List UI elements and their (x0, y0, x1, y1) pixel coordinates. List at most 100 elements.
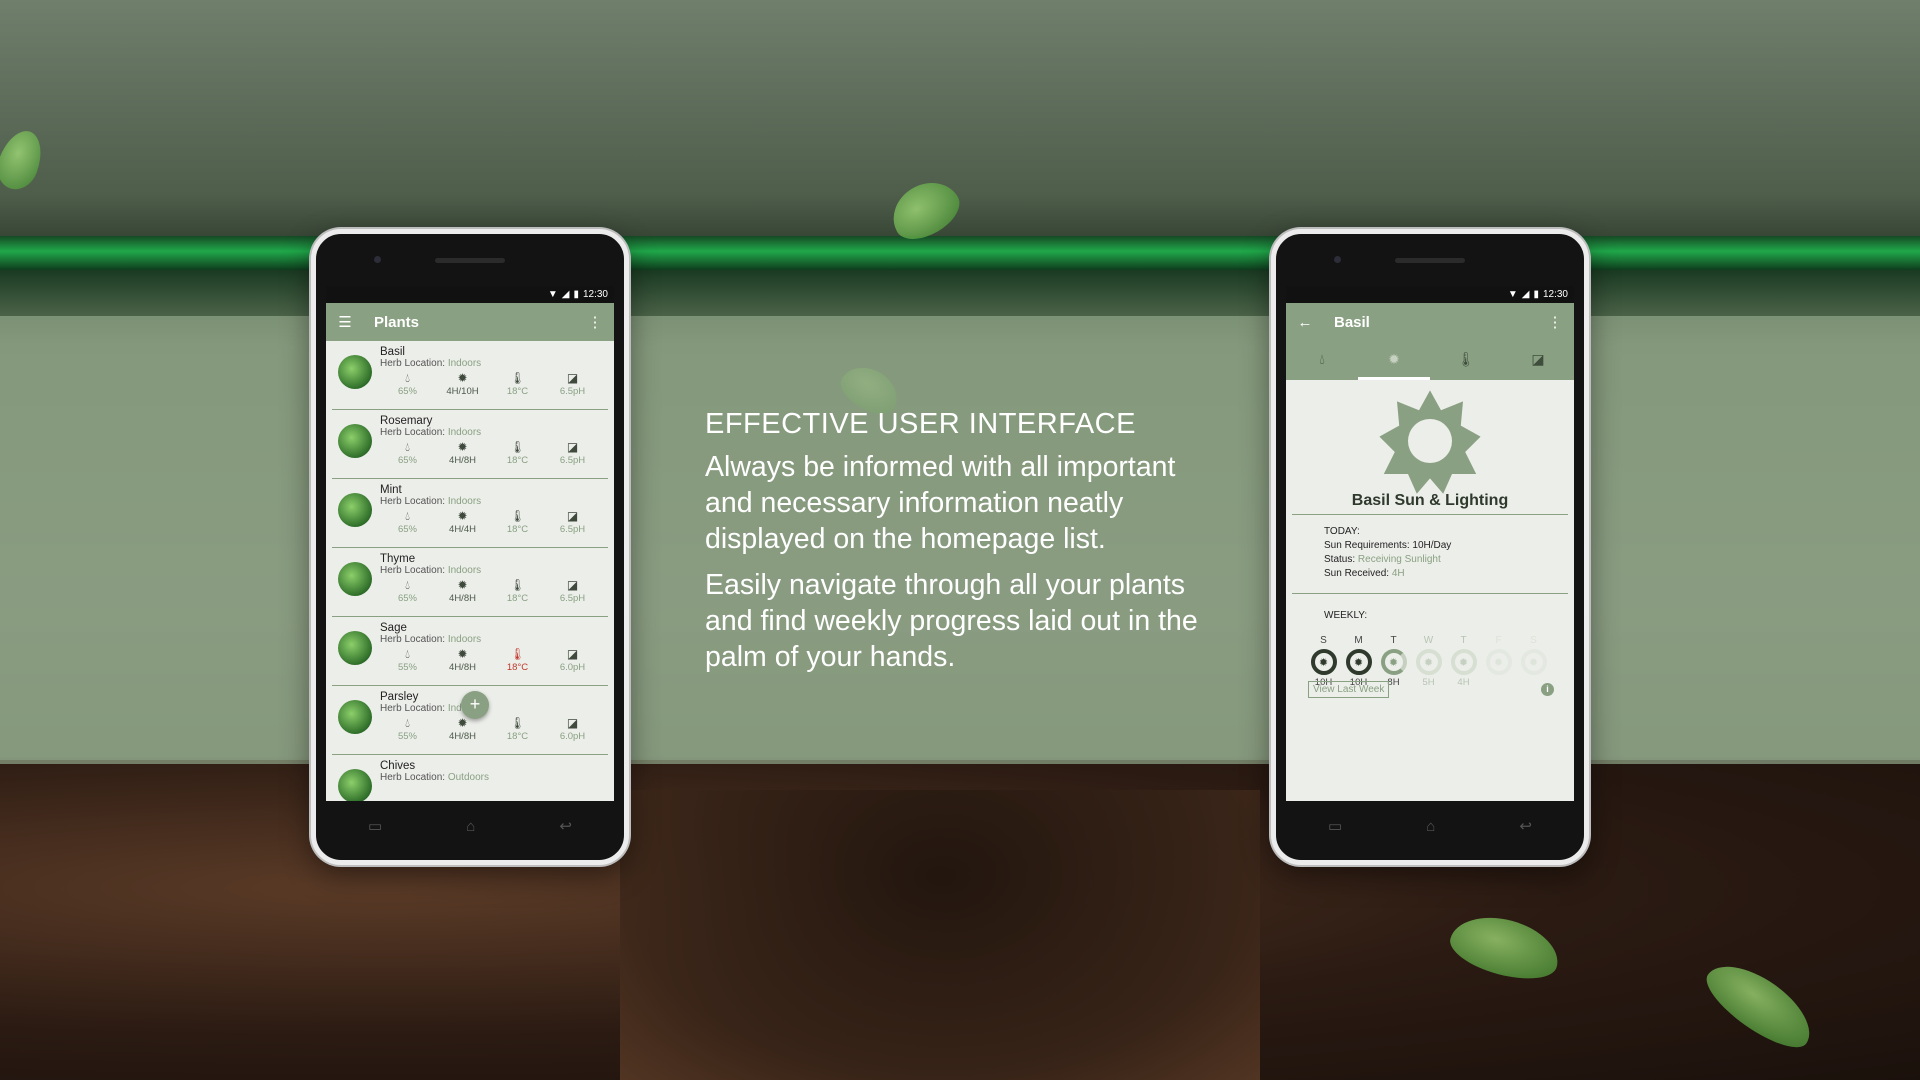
location-label: Herb Location: (380, 634, 446, 645)
sun-value: 4H/8H (449, 731, 476, 742)
promo-paragraph-1: Always be informed with all important an… (705, 451, 1176, 555)
thermometer-icon: 🌡︎ (509, 440, 526, 454)
back-icon[interactable]: ← (1296, 314, 1314, 331)
plant-row[interactable]: Thyme Herb Location: Indoors 💧︎ 65% ✹ 4H/8H 🌡︎… (332, 548, 608, 617)
tab-ph[interactable]: ◪ (1502, 341, 1574, 380)
ph-icon: ◪ (566, 647, 579, 661)
sun-icon: ✹ (1388, 351, 1400, 367)
water-drop-icon: 💧︎ (405, 440, 410, 454)
signal-icon: ◢ (1521, 289, 1530, 300)
plant-avatar (338, 355, 372, 389)
sun-icon: ✹ (457, 578, 468, 592)
home-icon[interactable]: ⌂ (1426, 818, 1435, 835)
sun-requirements-value: 10H/Day (1412, 540, 1452, 551)
signal-icon: ◢ (561, 289, 570, 300)
sun-progress-ring: ✹ (1485, 649, 1512, 675)
location-label: Herb Location: (380, 565, 446, 576)
sun-icon: ✹ (1493, 656, 1504, 669)
sun-progress-ring: ✹ (1450, 649, 1477, 675)
ph-value: 6.5pH (559, 524, 586, 535)
water-drop-icon: 💧︎ (405, 716, 410, 730)
wifi-icon: ▼ (547, 289, 558, 300)
water-stat: 💧︎ 55% (380, 716, 435, 742)
ph-icon: ◪ (566, 440, 579, 454)
recent-apps-icon[interactable]: ▭ (368, 817, 382, 835)
ph-icon: ◪ (1531, 351, 1545, 367)
sun-progress-ring: ✹ (1310, 649, 1337, 675)
ph-value: 6.0pH (559, 662, 586, 673)
sun-received-value: 4H (1391, 568, 1405, 579)
plant-row[interactable]: Sage Herb Location: Indoors 💧︎ 55% ✹ 4H/8H 🌡︎ 1… (332, 617, 608, 686)
plant-name: Basil (380, 346, 405, 358)
sun-stat: ✹ 4H/8H (435, 647, 490, 673)
plant-row[interactable]: Rosemary Herb Location: Indoors 💧︎ 65% ✹ 4H/8… (332, 410, 608, 479)
sun-icon: ✹ (457, 440, 468, 454)
sun-icon: ✹ (1318, 656, 1329, 669)
plant-stats: 💧︎ 55% ✹ 4H/8H 🌡︎ 18°C ◪ 6.0pH (380, 647, 608, 673)
status-time: 12:30 (1542, 289, 1568, 300)
plant-avatar (338, 562, 372, 596)
day-label: T (1460, 635, 1467, 646)
weekly-label: WEEKLY: (1324, 610, 1368, 621)
divider (1292, 514, 1568, 515)
temperature-value: 18°C (506, 455, 529, 466)
detail-tabs: 💧︎ ✹ 🌡︎ ◪ (1286, 341, 1574, 380)
phone-detail: ▼ ◢ ▮ 12:30 ← Basil ⋮ 💧︎ ✹ 🌡︎ ◪ Basil Su… (1271, 229, 1589, 865)
plant-info: Mint Herb Location: Indoors 💧︎ 65% ✹ 4H/4H 🌡︎ 1… (380, 479, 608, 547)
nav-back-icon[interactable]: ↩ (559, 817, 572, 835)
location-value: Indoors (447, 496, 482, 507)
status-value: Receiving Sunlight (1357, 554, 1441, 565)
plant-stats: 💧︎ 65% ✹ 4H/8H 🌡︎ 18°C ◪ 6.5pH (380, 440, 608, 466)
menu-icon[interactable]: ☰ (336, 313, 354, 331)
plant-avatar (338, 700, 372, 734)
plant-name: Sage (380, 622, 407, 634)
sun-icon: ✹ (457, 509, 468, 523)
more-icon[interactable]: ⋮ (1546, 313, 1564, 331)
tab-sun[interactable]: ✹ (1358, 341, 1430, 380)
temperature-value: 18°C (506, 524, 529, 535)
recent-apps-icon[interactable]: ▭ (1328, 817, 1342, 835)
plant-row[interactable]: Chives Herb Location: Outdoors (332, 755, 608, 801)
sun-value: 4H/8H (449, 662, 476, 673)
nav-back-icon[interactable]: ↩ (1519, 817, 1532, 835)
home-icon[interactable]: ⌂ (466, 818, 475, 835)
location-value: Indoors (447, 358, 482, 369)
thermometer-icon: 🌡︎ (1457, 351, 1475, 367)
temperature-stat: 🌡︎ 18°C (490, 371, 545, 397)
status-bar: ▼ ◢ ▮ 12:30 (1286, 286, 1574, 303)
temperature-value: 18°C (506, 662, 529, 673)
add-plant-button[interactable]: + (461, 691, 489, 719)
plant-location: Herb Location: Indoors (380, 703, 608, 714)
status-label: Status: (1324, 554, 1356, 565)
plant-row[interactable]: Basil Herb Location: Indoors 💧︎ 65% ✹ 4H/10H 🌡… (332, 341, 608, 410)
info-icon[interactable]: i (1541, 683, 1554, 696)
sun-stat: ✹ 4H/8H (435, 440, 490, 466)
ph-icon: ◪ (566, 509, 579, 523)
water-value: 65% (397, 386, 417, 397)
view-last-week-button[interactable]: View Last Week (1308, 681, 1390, 698)
plant-name: Thyme (380, 553, 416, 565)
today-label: TODAY: (1324, 526, 1360, 537)
sun-value: 4H/4H (449, 524, 476, 535)
promo-paragraph-2: Easily navigate through all your plants … (705, 569, 1198, 673)
sun-stat: ✹ 4H/8H (435, 716, 490, 742)
day-label: S (1320, 635, 1327, 646)
location-label: Herb Location: (380, 703, 446, 714)
plant-info: Thyme Herb Location: Indoors 💧︎ 65% ✹ 4H/8H 🌡︎… (380, 548, 608, 616)
ph-stat: ◪ 6.5pH (545, 578, 600, 604)
plant-name: Mint (380, 484, 402, 496)
phone-speaker (435, 258, 505, 263)
tab-temperature[interactable]: 🌡︎ (1430, 341, 1502, 380)
app-bar: ← Basil ⋮ (1286, 303, 1574, 341)
tab-water[interactable]: 💧︎ (1286, 341, 1358, 380)
phone-camera (374, 256, 381, 263)
status-time: 12:30 (582, 289, 608, 300)
more-icon[interactable]: ⋮ (586, 313, 604, 331)
location-value: Outdoors (447, 772, 489, 783)
water-value: 65% (397, 455, 417, 466)
plant-row[interactable]: Mint Herb Location: Indoors 💧︎ 65% ✹ 4H/4H 🌡︎ 1… (332, 479, 608, 548)
sun-value: 4H/8H (449, 455, 476, 466)
day-label: S (1530, 635, 1537, 646)
water-stat: 💧︎ 65% (380, 371, 435, 397)
sun-received-row: Sun Received: 4H (1324, 567, 1574, 581)
